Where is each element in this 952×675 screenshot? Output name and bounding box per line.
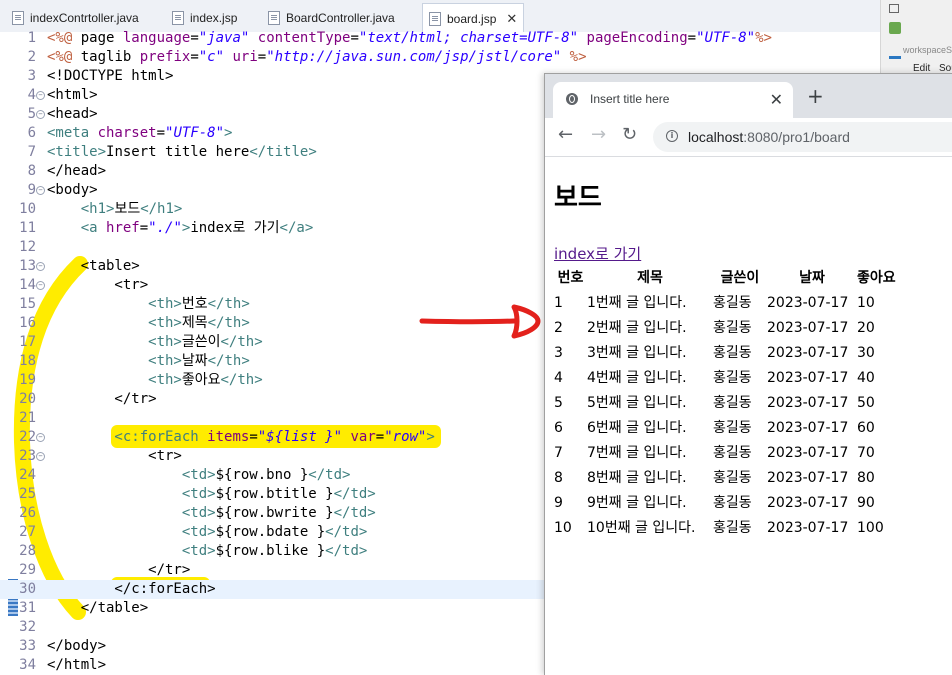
header-title: 제목 [637, 270, 663, 286]
fold-toggle-icon[interactable]: − [36, 281, 45, 290]
tab-indexcontroller-java[interactable]: indexContrtoller.java [12, 5, 139, 31]
table-row: 9 9번째 글 입니다. 홍길동 2023-07-17 90 [554, 495, 875, 511]
reload-icon[interactable]: ↻ [622, 125, 637, 145]
fold-toggle-icon[interactable]: − [36, 452, 45, 461]
table-row: 2 2번째 글 입니다. 홍길동 2023-07-17 20 [554, 320, 875, 336]
browser-tab[interactable]: Insert title here ✕ [553, 82, 793, 118]
table-row: 5 5번째 글 입니다. 홍길동 2023-07-17 50 [554, 395, 875, 411]
code-line: 2 <%@ taglib prefix="c" uri="http://java.… [27, 49, 587, 65]
table-row: 3 3번째 글 입니다. 홍길동 2023-07-17 30 [554, 345, 875, 361]
tab-label: board.jsp [447, 11, 497, 26]
fold-toggle-icon[interactable]: − [36, 433, 45, 442]
code-line: 1 <%@ page language="java" contentType="t… [27, 30, 772, 46]
table-row: 6 6번째 글 입니다. 홍길동 2023-07-17 60 [554, 420, 875, 436]
java-file-icon [12, 11, 24, 25]
tab-index-jsp[interactable]: index.jsp [172, 5, 237, 31]
table-header-row: 번호 제목 글쓴이 날짜 좋아요 [554, 266, 896, 291]
header-writer: 글쓴이 [720, 270, 760, 286]
table-row: 10 10번째 글 입니다. 홍길동 2023-07-17 100 [554, 520, 884, 536]
browser-toolbar: ← → ↻ i localhost:8080/pro1/board [545, 118, 952, 157]
gear-icon[interactable] [889, 22, 901, 34]
table-row: 1 1번째 글 입니다. 홍길동 2023-07-17 10 [554, 295, 875, 311]
tab-label: indexContrtoller.java [30, 11, 139, 25]
table-row: 7 7번째 글 입니다. 홍길동 2023-07-17 70 [554, 445, 875, 461]
close-tab-icon[interactable]: ✕ [770, 90, 783, 109]
header-likes: 좋아요 [857, 270, 896, 286]
header-no: 번호 [557, 270, 584, 286]
index-link[interactable]: index로 가기 [554, 243, 641, 264]
fold-toggle-icon[interactable]: − [36, 110, 45, 119]
fold-toggle-icon[interactable]: − [36, 186, 45, 195]
tab-label: index.jsp [190, 11, 238, 25]
tab-label: BoardController.java [286, 11, 395, 25]
forward-arrow-icon[interactable]: → [591, 125, 606, 145]
url-text[interactable]: localhost:8080/pro1/board [688, 129, 850, 145]
fold-toggle-icon[interactable]: − [36, 91, 45, 100]
java-file-icon [268, 11, 280, 25]
download-icon[interactable] [889, 44, 901, 59]
fold-toggle-icon[interactable]: − [36, 262, 45, 271]
tab-boardcontroller-java[interactable]: BoardController.java [268, 5, 395, 31]
page-heading: 보드 [554, 183, 602, 213]
site-info-icon[interactable]: i [666, 130, 678, 142]
table-row: 8 8번째 글 입니다. 홍길동 2023-07-17 80 [554, 470, 875, 486]
jsp-file-icon [429, 11, 441, 26]
jsp-file-icon [172, 11, 184, 25]
table-row: 4 4번째 글 입니다. 홍길동 2023-07-17 40 [554, 370, 875, 386]
new-tab-button[interactable]: + [807, 86, 824, 106]
workspace-label: workspaceSp [903, 45, 952, 55]
side-toolbar: workspaceSp Edit Sou [880, 0, 952, 80]
restore-icon[interactable] [889, 4, 899, 13]
header-date: 날짜 [799, 270, 825, 286]
back-arrow-icon[interactable]: ← [558, 125, 573, 145]
browser-tab-title: Insert title here [590, 92, 670, 106]
browser-tab-strip: Insert title here ✕ + [545, 74, 952, 118]
page-content: 보드 index로 가기 번호 제목 글쓴이 날짜 좋아요 1 1번째 글 입니다… [545, 157, 952, 675]
globe-icon [566, 93, 578, 105]
close-icon[interactable]: ✕ [506, 11, 517, 27]
board-table: 번호 제목 글쓴이 날짜 좋아요 1 1번째 글 입니다. 홍길동 2023-07-1… [554, 266, 896, 541]
address-bar[interactable]: i localhost:8080/pro1/board [653, 122, 952, 152]
browser-window: Insert title here ✕ + ← → ↻ i localhost:… [544, 73, 952, 675]
annotation-arrow [419, 304, 541, 339]
